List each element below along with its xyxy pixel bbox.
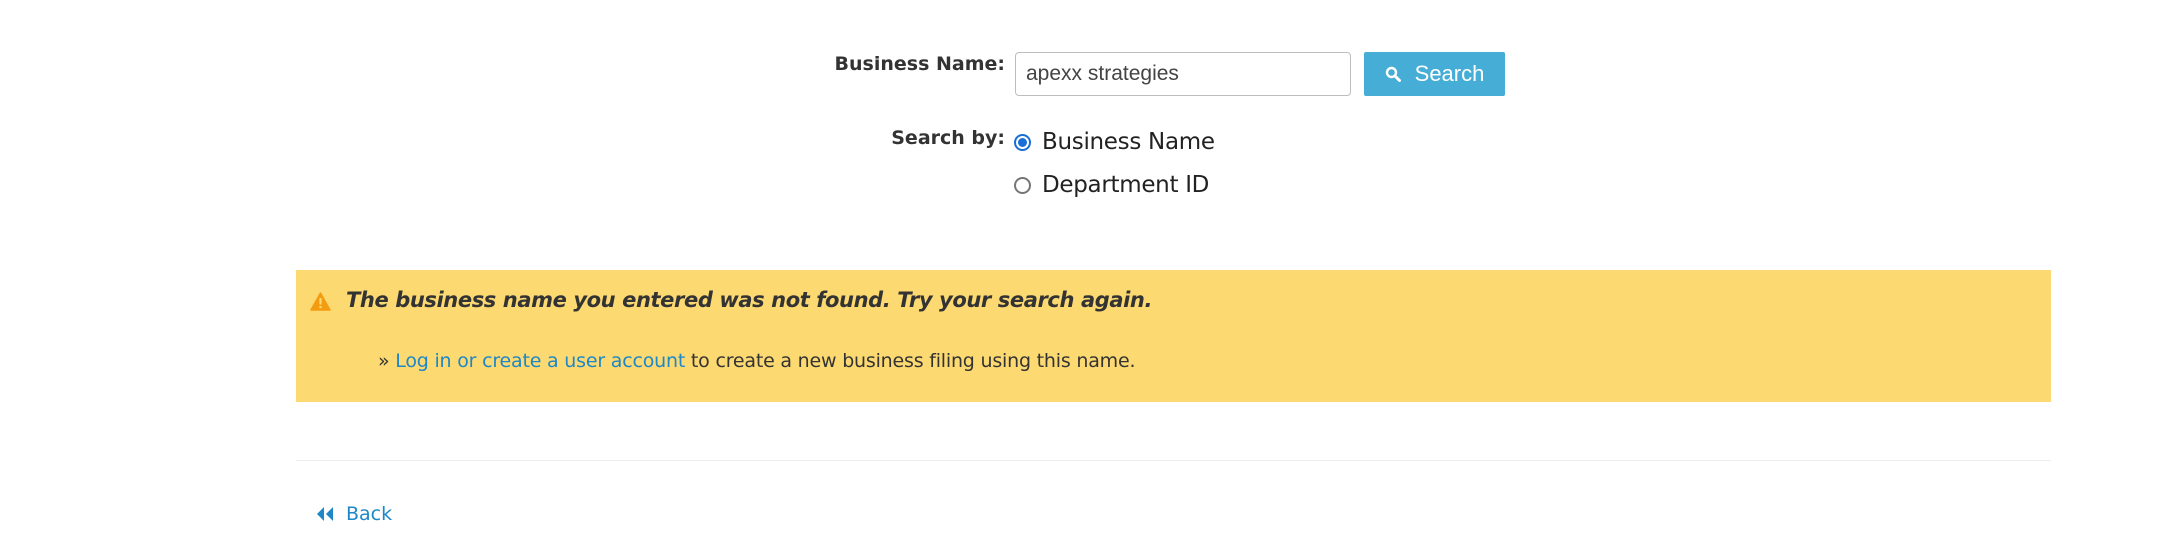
divider bbox=[296, 460, 2051, 461]
radio-option-department-id[interactable]: Department ID bbox=[1014, 172, 1209, 198]
business-name-input[interactable] bbox=[1015, 52, 1351, 96]
search-button-label: Search bbox=[1414, 61, 1485, 86]
double-chevron-left-icon bbox=[316, 506, 334, 522]
alert-action-suffix: to create a new business filing using th… bbox=[685, 350, 1136, 372]
warning-icon bbox=[310, 292, 331, 316]
alert-message: The business name you entered was not fo… bbox=[346, 288, 1153, 312]
not-found-alert: The business name you entered was not fo… bbox=[296, 270, 2051, 402]
back-link[interactable]: Back bbox=[316, 503, 392, 525]
search-icon bbox=[1385, 66, 1401, 82]
radio-option-business-name[interactable]: Business Name bbox=[1014, 129, 1215, 155]
radio-business-name-label[interactable]: Business Name bbox=[1042, 129, 1215, 155]
alert-bullet: » bbox=[378, 350, 396, 372]
radio-business-name[interactable] bbox=[1014, 133, 1031, 151]
search-button[interactable]: Search bbox=[1364, 52, 1505, 96]
alert-action-line: » Log in or create a user account to cre… bbox=[378, 350, 1136, 372]
business-search-page: Business Name: Search Search by: Busines… bbox=[0, 0, 2169, 552]
business-name-label: Business Name: bbox=[834, 53, 1005, 75]
login-create-account-link[interactable]: Log in or create a user account bbox=[395, 350, 685, 372]
radio-department-id[interactable] bbox=[1014, 176, 1031, 194]
radio-department-id-label[interactable]: Department ID bbox=[1042, 172, 1209, 198]
back-link-label[interactable]: Back bbox=[346, 503, 392, 525]
search-by-label: Search by: bbox=[891, 127, 1005, 149]
